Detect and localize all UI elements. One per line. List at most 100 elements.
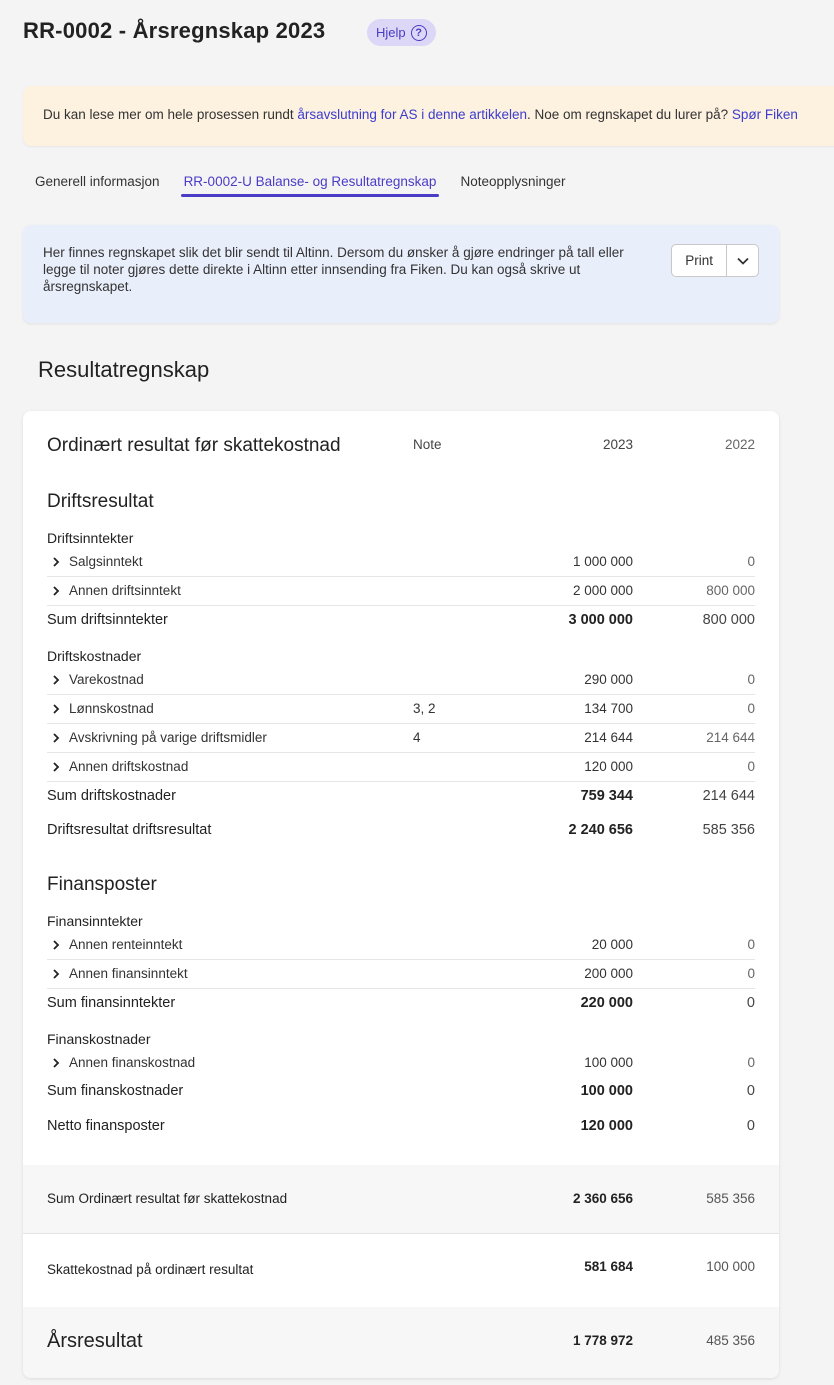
- table-row[interactable]: Annen finansinntekt 200 000 0: [47, 960, 755, 989]
- group-title-driftsresultat: Driftsresultat: [47, 491, 154, 512]
- banner-text: Du kan lese mer om hele prosessen rundt: [43, 107, 298, 122]
- tab-notes[interactable]: Noteopplysninger: [448, 170, 577, 197]
- row-value-2022: 0: [747, 672, 755, 687]
- ask-fiken-link[interactable]: Spør Fiken: [732, 107, 798, 122]
- sum-row: Sum finanskostnader 100 000 0: [47, 1080, 755, 1104]
- row-value-2023: 290 000: [584, 672, 633, 687]
- sum-value-2023: 759 344: [580, 788, 633, 804]
- table-title: Ordinært resultat før skattekostnad: [47, 435, 341, 456]
- result-label: Driftsresultat driftsresultat: [47, 822, 212, 838]
- sum-value-2023: 3 000 000: [568, 612, 633, 628]
- sum-label: Sum finansinntekter: [47, 995, 176, 1011]
- result-row: Netto finansposter 120 000 0: [47, 1115, 755, 1139]
- row-note: 4: [413, 730, 421, 745]
- banner-text-middle: . Noe om regnskapet du lurer på?: [527, 107, 732, 122]
- result-label: Netto finansposter: [47, 1118, 165, 1134]
- result-value-2023: 2 240 656: [568, 822, 633, 838]
- sum-row: Sum driftsinntekter 3 000 000 800 000: [47, 609, 755, 633]
- tab-balance-result[interactable]: RR-0002-U Balanse- og Resultatregnskap: [172, 170, 449, 197]
- row-label: Annen renteinntekt: [69, 937, 183, 952]
- annual-result-label: Årsresultat: [47, 1330, 143, 1352]
- row-value-2022: 0: [747, 554, 755, 569]
- subgroup-title-finanskostnader: Finanskostnader: [47, 1031, 151, 1047]
- help-label: Hjelp: [376, 25, 406, 40]
- sum-value-2022: 800 000: [702, 612, 755, 628]
- row-value-2023: 134 700: [584, 701, 633, 716]
- article-link[interactable]: årsavslutning for AS i denne artikkelen: [297, 107, 527, 122]
- tax-value-2023: 581 684: [584, 1259, 633, 1274]
- sum-ordinary-value-2022: 585 356: [706, 1191, 755, 1206]
- result-value-2022: 0: [746, 1118, 755, 1134]
- row-value-2023: 200 000: [584, 966, 633, 981]
- table-row[interactable]: Annen driftskostnad 120 000 0: [47, 753, 755, 782]
- row-value-2022: 0: [747, 966, 755, 981]
- altinn-info-text: Her finnes regnskapet slik det blir send…: [43, 245, 624, 294]
- sum-ordinary-value-2023: 2 360 656: [572, 1191, 633, 1206]
- row-value-2023: 100 000: [584, 1055, 633, 1070]
- chevron-right-icon: [53, 704, 60, 714]
- table-row[interactable]: Annen finanskostnad 100 000 0: [47, 1049, 755, 1078]
- row-label: Avskrivning på varige driftsmidler: [69, 730, 267, 745]
- chevron-right-icon: [53, 969, 60, 979]
- sum-ordinary-result-band: Sum Ordinært resultat før skattekostnad …: [23, 1165, 779, 1233]
- chevron-down-icon: [736, 257, 749, 265]
- sum-value-2022: 0: [746, 995, 755, 1011]
- tax-band: Skattekostnad på ordinært resultat 581 6…: [23, 1233, 779, 1307]
- row-value-2023: 20 000: [591, 937, 633, 952]
- column-header-note: Note: [413, 437, 442, 452]
- sum-value-2022: 0: [746, 1083, 755, 1099]
- info-banner: Du kan lese mer om hele prosessen rundt …: [23, 86, 834, 146]
- chevron-right-icon: [53, 940, 60, 950]
- chevron-right-icon: [53, 1058, 60, 1068]
- group-title-finansposter: Finansposter: [47, 874, 157, 895]
- column-header-2023: 2023: [602, 437, 633, 452]
- sum-value-2023: 100 000: [580, 1083, 633, 1099]
- help-button[interactable]: Hjelp ?: [367, 19, 436, 46]
- print-button[interactable]: Print: [672, 245, 726, 276]
- row-label: Lønnskostnad: [69, 701, 154, 716]
- sum-row: Sum driftskostnader 759 344 214 644: [47, 785, 755, 809]
- tab-general-info[interactable]: Generell informasjon: [23, 170, 172, 197]
- row-label: Salgsinntekt: [69, 554, 143, 569]
- tax-label: Skattekostnad på ordinært resultat: [47, 1262, 254, 1277]
- row-value-2022: 800 000: [706, 583, 755, 598]
- subgroup-title-driftsinntekter: Driftsinntekter: [47, 530, 134, 546]
- row-value-2022: 0: [747, 937, 755, 952]
- tax-value-2022: 100 000: [706, 1259, 755, 1274]
- column-header-2022: 2022: [724, 437, 755, 452]
- sum-ordinary-label: Sum Ordinært resultat før skattekostnad: [47, 1191, 288, 1206]
- result-value-2022: 585 356: [702, 822, 755, 838]
- result-value-2023: 120 000: [580, 1118, 633, 1134]
- row-label: Annen finansinntekt: [69, 966, 188, 981]
- row-value-2023: 2 000 000: [572, 583, 633, 598]
- altinn-info-box: Her finnes regnskapet slik det blir send…: [23, 225, 779, 323]
- print-button-group: Print: [671, 244, 759, 277]
- table-row[interactable]: Avskrivning på varige driftsmidler 4 214…: [47, 724, 755, 753]
- table-row[interactable]: Salgsinntekt 1 000 000 0: [47, 548, 755, 577]
- chevron-right-icon: [53, 557, 60, 567]
- table-row[interactable]: Annen driftsinntekt 2 000 000 800 000: [47, 577, 755, 606]
- chevron-right-icon: [53, 733, 60, 743]
- row-label: Annen driftskostnad: [69, 759, 189, 774]
- sum-value-2022: 214 644: [702, 788, 755, 804]
- row-value-2022: 0: [747, 701, 755, 716]
- row-value-2022: 0: [747, 1055, 755, 1070]
- sum-row: Sum finansinntekter 220 000 0: [47, 992, 755, 1016]
- sum-value-2023: 220 000: [580, 995, 633, 1011]
- chevron-right-icon: [53, 675, 60, 685]
- table-row[interactable]: Varekostnad 290 000 0: [47, 666, 755, 695]
- row-label: Annen driftsinntekt: [69, 583, 181, 598]
- sum-label: Sum driftskostnader: [47, 788, 176, 804]
- print-dropdown-button[interactable]: [726, 245, 758, 276]
- row-note: 3, 2: [413, 701, 436, 716]
- sum-label: Sum finanskostnader: [47, 1083, 184, 1099]
- annual-result-band: Årsresultat 1 778 972 485 356: [23, 1307, 779, 1378]
- subgroup-title-finansinntekter: Finansinntekter: [47, 913, 143, 929]
- annual-result-value-2023: 1 778 972: [572, 1333, 633, 1348]
- table-row[interactable]: Lønnskostnad 3, 2 134 700 0: [47, 695, 755, 724]
- row-value-2023: 1 000 000: [572, 554, 633, 569]
- section-title: Resultatregnskap: [38, 357, 210, 382]
- tab-bar: Generell informasjon RR-0002-U Balanse- …: [23, 170, 578, 197]
- row-value-2023: 120 000: [584, 759, 633, 774]
- table-row[interactable]: Annen renteinntekt 20 000 0: [47, 931, 755, 960]
